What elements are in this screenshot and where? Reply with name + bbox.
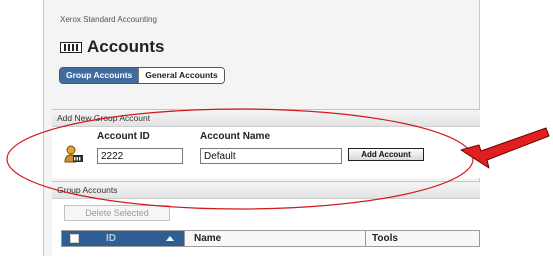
page-title: Accounts	[87, 37, 165, 56]
group-accounts-header: Group Accounts	[52, 182, 480, 199]
account-tabs: Group Accounts General Accounts	[59, 67, 225, 84]
user-account-icon	[64, 145, 83, 163]
tab-general-accounts[interactable]: General Accounts	[138, 68, 224, 83]
page-title-row: Accounts	[60, 37, 164, 57]
account-id-field[interactable]	[97, 148, 183, 164]
app-window: Xerox Standard Accounting Accounts Group…	[43, 0, 480, 257]
tab-group-accounts[interactable]: Group Accounts	[60, 68, 139, 83]
sort-ascending-icon[interactable]	[166, 236, 174, 241]
account-name-field[interactable]	[200, 148, 342, 164]
account-list-icon	[60, 41, 82, 53]
column-header-tools[interactable]: Tools	[372, 231, 398, 246]
column-header-id-label: ID	[106, 233, 116, 244]
select-all-checkbox[interactable]	[70, 234, 79, 243]
column-header-id[interactable]: ID	[62, 231, 184, 246]
accounts-table-header: ID Name Tools	[61, 230, 480, 247]
column-header-name[interactable]: Name	[194, 231, 221, 246]
add-group-account-section: Add New Group Account Account ID Account…	[52, 109, 480, 178]
column-divider	[184, 231, 185, 246]
add-group-account-header: Add New Group Account	[52, 110, 480, 127]
column-divider	[365, 231, 366, 246]
add-account-button[interactable]: Add Account	[348, 148, 424, 161]
account-id-label: Account ID	[97, 131, 150, 142]
window-left-border	[43, 0, 44, 256]
account-name-label: Account Name	[200, 131, 271, 142]
group-accounts-section: Group Accounts Delete Selected ID Name T…	[52, 181, 480, 257]
delete-selected-button[interactable]: Delete Selected	[64, 205, 170, 221]
breadcrumb: Xerox Standard Accounting	[60, 15, 157, 24]
